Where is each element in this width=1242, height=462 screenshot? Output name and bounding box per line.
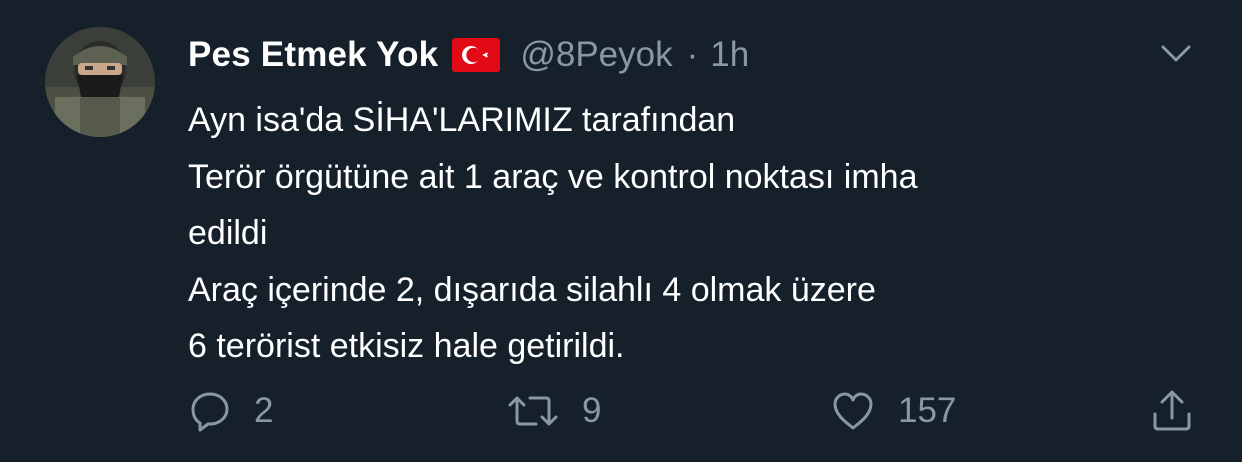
tweet-text-line: Terör örgütüne ait 1 araç ve kontrol nok… — [188, 157, 918, 196]
display-name[interactable]: Pes Etmek Yok — [188, 35, 438, 75]
separator-dot: · — [686, 35, 699, 74]
tweet-text-line: Araç içerinde 2, dışarıda silahlı 4 olma… — [188, 270, 876, 309]
avatar[interactable] — [45, 27, 155, 137]
user-handle[interactable]: @8Peyok — [520, 35, 672, 75]
tweet-text-line: edildi — [188, 214, 268, 252]
like-count: 157 — [898, 391, 957, 430]
turkey-flag-icon — [452, 38, 501, 72]
retweet-icon — [506, 389, 560, 433]
tweet-text-line: Ayn isa'da SİHA'LARIMIZ tarafından — [188, 101, 736, 139]
like-button[interactable]: 157 — [830, 388, 956, 434]
share-icon — [1150, 388, 1194, 434]
avatar-image — [45, 27, 155, 137]
share-button[interactable] — [1150, 388, 1194, 434]
reply-icon — [188, 389, 232, 433]
tweet-header: Pes Etmek Yok @8Peyok · 1h — [188, 33, 749, 77]
tweet-text-line: 6 terörist etkisiz hale getirildi. — [188, 327, 625, 365]
heart-icon — [830, 389, 876, 433]
reply-count: 2 — [254, 391, 274, 430]
retweet-button[interactable]: 9 — [506, 388, 601, 434]
chevron-down-icon[interactable] — [1158, 38, 1194, 68]
reply-button[interactable]: 2 — [188, 388, 273, 434]
tweet-text: Ayn isa'da SİHA'LARIMIZ tarafından Terör… — [188, 92, 1198, 375]
retweet-count: 9 — [582, 391, 602, 430]
tweet-timestamp[interactable]: 1h — [710, 35, 749, 75]
tweet[interactable]: Pes Etmek Yok @8Peyok · 1h Ayn isa'da Sİ… — [0, 0, 1242, 462]
